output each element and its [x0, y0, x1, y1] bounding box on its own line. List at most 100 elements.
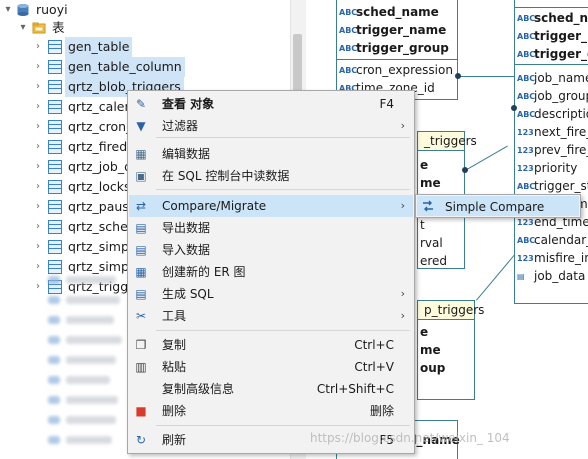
menu-item[interactable]: ▥ 粘贴 Ctrl+V [129, 356, 413, 378]
menu-item[interactable]: ⇄ Compare/Migrate › [129, 195, 413, 217]
string-type-icon: ABC [339, 25, 358, 35]
menu-item-shortcut: Ctrl+C [354, 338, 394, 352]
menu-item[interactable]: ■ 删除 删除 [129, 400, 413, 422]
menu-item[interactable]: ❐ 复制 Ctrl+C [129, 334, 413, 356]
string-type-icon: ABC [339, 7, 358, 17]
tree-folder-tables[interactable]: ▾ 表 [0, 18, 306, 38]
menu-item[interactable]: ▦ 创建新的 ER 图 [129, 261, 413, 283]
chevron-right-icon[interactable]: › [33, 37, 43, 57]
delete-icon: ■ [135, 404, 147, 418]
table-icon [48, 180, 62, 194]
tree-table-label: gen_table [65, 37, 133, 57]
chevron-right-icon[interactable]: › [33, 237, 43, 257]
chevron-down-icon[interactable]: ▾ [18, 18, 28, 38]
chevron-down-icon[interactable]: ▾ [3, 0, 13, 20]
submenu-item-label: Simple Compare [445, 200, 545, 214]
menu-item-label: 导入数据 [162, 243, 211, 257]
table-icon [48, 140, 62, 154]
table-icon [48, 260, 62, 274]
menu-item[interactable]: ▼ 过滤器 › [129, 115, 413, 137]
menu-item-label: 删除 [162, 404, 187, 418]
er-connector-endpoint [511, 105, 517, 111]
er-diagram-icon: ▦ [135, 265, 147, 279]
er-entity-triggers[interactable]: ABCsched_name ABCtrigger_na ABCtrigger_g… [514, 0, 588, 304]
chevron-right-icon: › [400, 199, 405, 212]
er-field: ABCtrigger_stat [517, 177, 588, 195]
chevron-right-icon[interactable]: › [33, 257, 43, 277]
tree-table-label: qrtz_locks [68, 179, 131, 194]
table-icon [48, 100, 62, 114]
menu-item-label: 复制高级信息 [162, 382, 235, 396]
chevron-right-icon[interactable]: › [33, 97, 43, 117]
paste-icon: ▥ [135, 360, 147, 374]
tree-root-label: ruoyi [36, 2, 68, 17]
menu-item[interactable]: ▤ 生成 SQL › [129, 283, 413, 305]
chevron-right-icon[interactable]: › [33, 117, 43, 137]
menu-item[interactable]: 复制高级信息 Ctrl+Shift+C [129, 378, 413, 400]
compare-icon [423, 200, 433, 212]
tree-folder-label: 表 [52, 20, 65, 35]
menu-item-shortcut: Ctrl+Shift+C [316, 382, 394, 396]
menu-item-label: 刷新 [162, 433, 187, 447]
chevron-right-icon[interactable]: › [33, 157, 43, 177]
key-icon: ABC [517, 31, 536, 41]
chevron-right-icon[interactable]: › [33, 137, 43, 157]
menu-item[interactable]: ▤ 导入数据 [129, 239, 413, 261]
tree-table-item[interactable]: › gen_table_column [0, 57, 306, 77]
er-field: rval [420, 236, 443, 250]
field-type-icon: 123 [517, 253, 534, 263]
er-field: 123next_fire_ti [517, 123, 588, 141]
menu-item[interactable]: ✎ 查看 对象 F4 [129, 93, 413, 115]
chevron-right-icon[interactable]: › [33, 177, 43, 197]
er-field: me [420, 176, 441, 190]
generate-sql-icon: ▤ [135, 287, 147, 301]
field-type-icon: 123 [517, 145, 534, 155]
er-field: 123prev_fire_ti [517, 141, 588, 159]
field-type-icon: ABC [517, 109, 536, 119]
submenu-item-simple-compare[interactable]: Simple Compare [417, 196, 579, 216]
tree-table-label: qrtz_simpr [68, 259, 135, 274]
er-field: ABCtrigger_na [517, 27, 588, 45]
er-field: e [420, 325, 429, 339]
tree-table-item[interactable]: › gen_table [0, 37, 306, 57]
menu-item-label: 过滤器 [162, 119, 199, 133]
table-icon [48, 60, 62, 74]
field-type-icon: ABC [517, 235, 536, 245]
menu-item[interactable]: ▣ 在 SQL 控制台中读数据 [129, 165, 413, 187]
menu-item-label: 导出数据 [162, 221, 211, 235]
menu-item-label: 在 SQL 控制台中读数据 [162, 169, 290, 183]
context-menu: ✎ 查看 对象 F4 ▼ 过滤器 › ▦ 编辑数据 ▣ 在 SQL 控制台中读数据 ⇄ Compare… [127, 90, 415, 454]
menu-item[interactable]: ✂ 工具 › [129, 305, 413, 327]
er-entity-title: p_triggers [418, 301, 484, 320]
menu-item-label: 工具 [162, 309, 187, 323]
chevron-right-icon: › [400, 287, 405, 300]
tools-icon: ✂ [135, 309, 147, 323]
tree-table-label: qrtz_scheo [68, 219, 136, 234]
er-field: ABCjob_name [517, 69, 588, 87]
chevron-right-icon[interactable]: › [33, 57, 43, 77]
er-entity-cron-triggers[interactable]: ABCsched_name ABCtrigger_name ABCtrigger… [336, 0, 458, 100]
chevron-right-icon[interactable]: › [33, 77, 43, 97]
edit-data-icon: ▦ [135, 147, 147, 161]
table-icon [48, 240, 62, 254]
string-type-icon: ABC [339, 43, 358, 53]
er-field: e [420, 158, 429, 172]
er-field: ABCtrigger_gr [517, 45, 588, 63]
er-field: ABCtrigger_name [339, 21, 446, 39]
menu-item[interactable]: ▤ 导出数据 [129, 217, 413, 239]
menu-separator [156, 425, 410, 426]
menu-item-label: 粘贴 [162, 360, 187, 374]
filter-icon: ▼ [136, 119, 146, 133]
tree-root-ruoyi[interactable]: ▾ ruoyi [0, 0, 306, 20]
chevron-right-icon[interactable]: › [33, 197, 43, 217]
menu-item-label: 复制 [162, 338, 187, 352]
tree-table-label: qrtz_simpl [68, 239, 133, 254]
menu-item[interactable]: ▦ 编辑数据 [129, 143, 413, 165]
tree-table-label: gen_table_column [65, 57, 185, 77]
copy-icon: ❐ [135, 338, 147, 352]
er-field: ered [420, 254, 448, 268]
er-entity-simple-triggers[interactable]: p_triggers e me oup [417, 300, 484, 400]
chevron-right-icon[interactable]: › [33, 217, 43, 237]
chevron-right-icon[interactable]: › [33, 277, 43, 297]
field-type-icon: 123 [517, 163, 534, 173]
